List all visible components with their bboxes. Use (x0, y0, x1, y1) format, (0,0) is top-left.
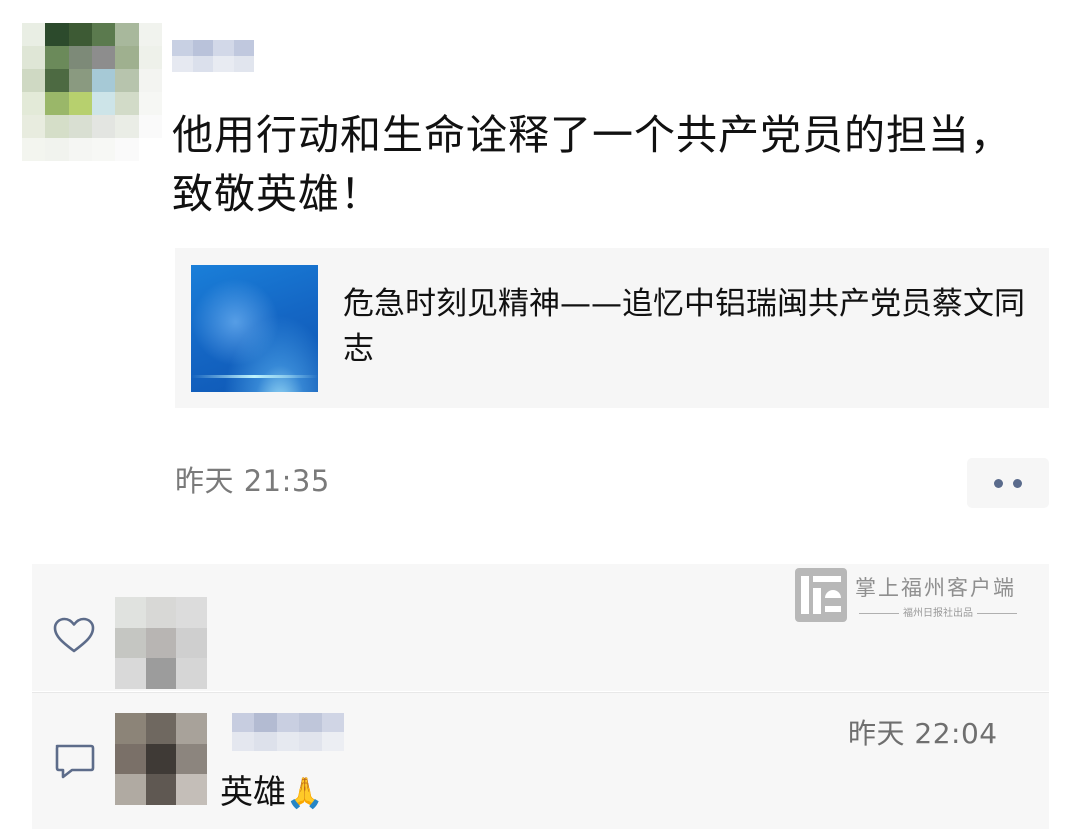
comment-body: 英雄 (220, 772, 286, 811)
comment-time: 昨天 22:04 (848, 717, 998, 750)
post-time: 昨天 21:35 (175, 464, 330, 498)
commenter-name[interactable] (232, 713, 344, 751)
comment-bubble-icon (55, 744, 95, 779)
watermark-subtitle: 福州日报社出品 (855, 604, 1017, 619)
link-card-thumbnail (191, 265, 318, 392)
folded-hands-icon: 🙏 (286, 776, 324, 811)
watermark-logo-icon (795, 568, 847, 622)
comment-text: 英雄🙏 (220, 765, 323, 813)
more-button[interactable] (967, 458, 1049, 508)
link-card-title: 危急时刻见精神——追忆中铝瑞闽共产党员蔡文同志 (343, 286, 1025, 367)
liker-avatar[interactable] (115, 597, 207, 689)
watermark-name: 掌上福州客户端 (855, 576, 1016, 600)
poster-avatar[interactable] (22, 23, 162, 161)
link-card[interactable]: 危急时刻见精神——追忆中铝瑞闽共产党员蔡文同志 (175, 248, 1049, 408)
heart-icon (53, 617, 95, 653)
commenter-avatar[interactable] (115, 713, 207, 805)
watermark: 掌上福州客户端 福州日报社出品 (795, 568, 1025, 628)
post-text: 他用行动和生命诠释了一个共产党员的担当，致敬英雄！ (172, 111, 1012, 218)
poster-name[interactable] (172, 40, 254, 72)
